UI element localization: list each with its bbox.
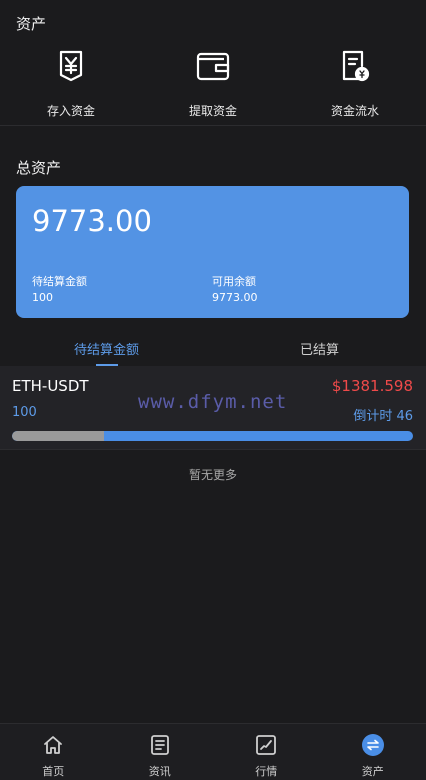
- wallet-icon: [193, 46, 233, 86]
- home-icon: [42, 734, 64, 760]
- tab-pending-label: 待结算金额: [74, 343, 139, 358]
- tabbar-assets-label: 资产: [362, 763, 384, 779]
- deposit-label: 存入资金: [47, 102, 95, 119]
- tabs: 待结算金额 已结算: [0, 330, 426, 366]
- tabbar-home[interactable]: 首页: [0, 724, 107, 780]
- quick-actions: 存入资金 提取资金 资金流水: [0, 46, 426, 126]
- tab-pending[interactable]: 待结算金额: [0, 330, 213, 366]
- order-countdown: 倒计时 46: [353, 405, 413, 424]
- page-title: 资产: [16, 13, 46, 34]
- deposit-icon: [51, 46, 91, 86]
- withdraw-button[interactable]: 提取资金: [142, 46, 284, 126]
- bottom-tabbar: 首页 资讯 行情 资产: [0, 723, 426, 780]
- news-icon: [149, 734, 171, 760]
- exchange-icon: [362, 734, 384, 760]
- pending-label: 待结算金额: [32, 273, 87, 289]
- total-assets-title: 总资产: [16, 157, 61, 178]
- order-progress-fill: [12, 431, 104, 441]
- tab-settled[interactable]: 已结算: [213, 330, 426, 366]
- order-amount: 100: [12, 405, 37, 420]
- chart-icon: [255, 734, 277, 760]
- empty-text: 暂无更多: [0, 466, 426, 483]
- watermark: www.dfym.net: [138, 391, 287, 413]
- available-label: 可用余额: [212, 273, 256, 289]
- tabbar-news-label: 资讯: [149, 763, 171, 779]
- asset-card: 9773.00 待结算金额 100 可用余额 9773.00: [16, 186, 409, 318]
- tabbar-assets[interactable]: 资产: [320, 724, 426, 780]
- statement-button[interactable]: 资金流水: [284, 46, 426, 126]
- order-price: $1381.598: [332, 377, 413, 395]
- total-assets-value: 9773.00: [32, 204, 152, 238]
- tab-settled-label: 已结算: [300, 343, 339, 358]
- pending-value: 100: [32, 291, 53, 304]
- statement-icon: [335, 46, 375, 86]
- statement-label: 资金流水: [331, 102, 379, 119]
- divider: [0, 125, 426, 126]
- tabbar-home-label: 首页: [42, 763, 64, 779]
- tabbar-market-label: 行情: [255, 763, 277, 779]
- tabbar-news[interactable]: 资讯: [107, 724, 214, 780]
- withdraw-label: 提取资金: [189, 102, 237, 119]
- available-value: 9773.00: [212, 291, 258, 304]
- tabbar-market[interactable]: 行情: [213, 724, 320, 780]
- deposit-button[interactable]: 存入资金: [0, 46, 142, 126]
- divider: [0, 449, 426, 450]
- order-pair: ETH-USDT: [12, 377, 89, 395]
- order-progress-bar: [12, 431, 413, 441]
